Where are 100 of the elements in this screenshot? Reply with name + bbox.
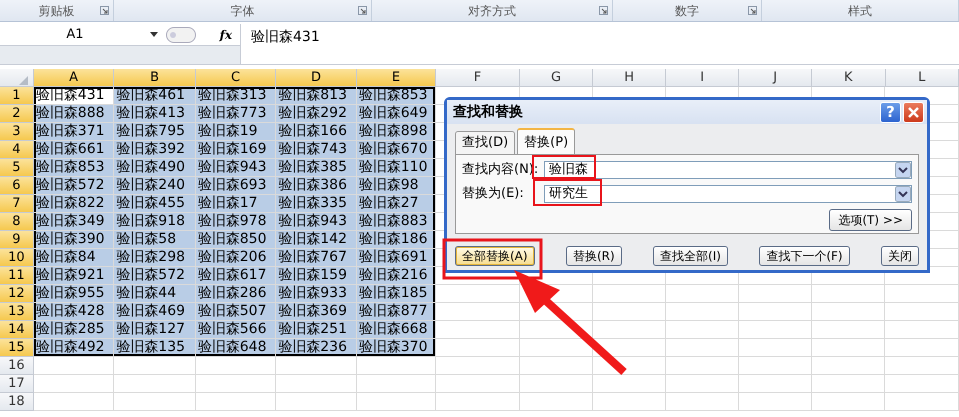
table-cell: 验旧森773 — [196, 105, 276, 123]
table-cell: 验旧森978 — [196, 213, 276, 231]
table-cell: 验旧森159 — [276, 267, 357, 285]
table-cell: 验旧森877 — [356, 303, 436, 321]
row-header[interactable]: 14 — [0, 321, 34, 339]
row-header[interactable]: 9 — [0, 231, 34, 249]
table-cell: 验旧森455 — [114, 195, 196, 213]
column-header[interactable]: C — [196, 69, 276, 87]
column-header[interactable]: J — [739, 69, 812, 87]
table-cell: 验旧森385 — [276, 159, 357, 177]
column-header[interactable]: D — [276, 69, 357, 87]
table-cell: 验旧森507 — [196, 303, 276, 321]
dialog-tab[interactable]: 替换(P) — [517, 128, 576, 154]
field-value: 研究生 — [549, 184, 588, 203]
row-header[interactable]: 16 — [0, 357, 34, 375]
close-button[interactable] — [903, 102, 924, 122]
dropdown-caret-icon[interactable] — [150, 32, 158, 37]
table-cell: 验旧森853 — [34, 159, 114, 177]
table-cell: 验旧森743 — [276, 141, 357, 159]
row-header[interactable]: 12 — [0, 285, 34, 303]
table-cell: 验旧森142 — [276, 231, 357, 249]
dialog-launcher-icon[interactable] — [358, 6, 367, 15]
row-header[interactable]: 11 — [0, 267, 34, 285]
dialog-button[interactable]: 查找下一个(F) — [759, 246, 850, 266]
row-header[interactable]: 8 — [0, 213, 34, 231]
table-cell: 验旧森370 — [356, 339, 436, 357]
options-button[interactable]: 选项(T) >> — [829, 208, 912, 230]
dialog-button[interactable]: 关闭 — [880, 246, 919, 266]
table-cell: 验旧森943 — [276, 213, 357, 231]
formula-input[interactable]: 验旧森431 — [240, 24, 959, 64]
combo-field[interactable]: 验旧森 — [544, 160, 912, 178]
column-header[interactable]: H — [593, 69, 666, 87]
table-cell: 验旧森386 — [276, 177, 357, 195]
column-header[interactable]: B — [114, 69, 196, 87]
table-cell: 验旧森166 — [276, 123, 357, 141]
dialog-launcher-icon[interactable] — [599, 6, 608, 15]
table-cell: 验旧森27 — [356, 195, 436, 213]
column-header[interactable]: A — [34, 69, 114, 87]
table-cell: 验旧森617 — [196, 267, 276, 285]
table-cell: 验旧森693 — [196, 177, 276, 195]
field-label: 替换为(E): — [462, 184, 525, 203]
table-cell: 验旧森888 — [34, 105, 114, 123]
table-cell: 验旧森44 — [114, 285, 196, 303]
table-cell: 验旧森670 — [356, 141, 436, 159]
table-cell: 验旧森943 — [196, 159, 276, 177]
dropdown-icon[interactable] — [895, 186, 911, 202]
dialog-tab[interactable]: 查找(D) — [455, 131, 516, 154]
row-header[interactable]: 3 — [0, 123, 34, 141]
field-value: 验旧森 — [549, 160, 588, 179]
table-cell: 验旧森390 — [34, 231, 114, 249]
row-header[interactable]: 7 — [0, 195, 34, 213]
table-cell: 验旧森216 — [356, 267, 436, 285]
table-cell: 验旧森371 — [34, 123, 114, 141]
table-cell: 验旧森17 — [196, 195, 276, 213]
table-cell: 验旧森110 — [356, 159, 436, 177]
row-header[interactable]: 18 — [0, 393, 34, 411]
column-header[interactable]: G — [520, 69, 594, 87]
row-header[interactable]: 1 — [0, 87, 34, 105]
column-header[interactable]: K — [812, 69, 886, 87]
table-cell: 验旧森795 — [114, 123, 196, 141]
table-cell: 验旧森285 — [34, 321, 114, 339]
table-cell: 验旧森566 — [196, 321, 276, 339]
row-header[interactable]: 10 — [0, 249, 34, 267]
table-cell: 验旧森286 — [196, 285, 276, 303]
table-cell: 验旧森921 — [34, 267, 114, 285]
dialog-button[interactable]: 查找全部(I) — [653, 246, 728, 266]
table-cell: 验旧森955 — [34, 285, 114, 303]
table-cell: 验旧森490 — [114, 159, 196, 177]
dialog-title: 查找和替换 — [453, 102, 523, 122]
table-cell: 验旧森349 — [34, 213, 114, 231]
dropdown-icon[interactable] — [895, 162, 911, 178]
column-header[interactable]: F — [436, 69, 520, 87]
group-label: 数字 — [675, 2, 699, 20]
row-header[interactable]: 6 — [0, 177, 34, 195]
close-icon — [908, 106, 919, 118]
table-cell: 验旧森58 — [114, 231, 196, 249]
scroll-handle-icon[interactable] — [166, 26, 196, 42]
row-header[interactable]: 5 — [0, 159, 34, 177]
dialog-button[interactable]: 全部替换(A) — [455, 246, 535, 266]
table-cell: 验旧森918 — [114, 213, 196, 231]
table-cell: 验旧森661 — [34, 141, 114, 159]
row-header[interactable]: 4 — [0, 141, 34, 159]
dialog-button[interactable]: 替换(R) — [566, 246, 622, 266]
row-header[interactable]: 13 — [0, 303, 34, 321]
group-label: 对齐方式 — [468, 2, 516, 20]
combo-field[interactable]: 研究生 — [544, 184, 912, 202]
row-header[interactable]: 17 — [0, 375, 34, 393]
table-cell: 验旧森648 — [196, 339, 276, 357]
dialog-launcher-icon[interactable] — [748, 6, 757, 15]
dialog-launcher-icon[interactable] — [100, 6, 109, 15]
name-box[interactable]: A1 — [0, 24, 150, 46]
column-header[interactable]: I — [666, 69, 740, 87]
row-header[interactable]: 2 — [0, 105, 34, 123]
insert-function-button[interactable]: fx — [220, 26, 232, 44]
group-label: 样式 — [848, 2, 872, 20]
column-header[interactable]: E — [356, 69, 436, 87]
table-cell: 验旧森883 — [356, 213, 436, 231]
row-header[interactable]: 15 — [0, 339, 34, 357]
table-cell: 验旧森98 — [356, 177, 436, 195]
column-header[interactable]: L — [886, 69, 959, 87]
